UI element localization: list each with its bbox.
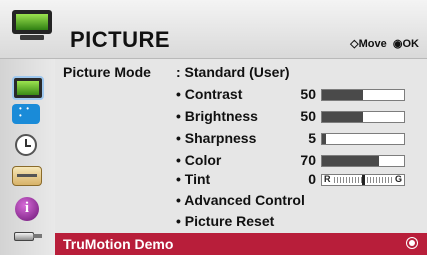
contrast-label: • Contrast (176, 86, 243, 102)
color-slider[interactable] (321, 155, 405, 167)
trumotion-demo-label: TruMotion Demo (63, 236, 174, 252)
brightness-row[interactable]: • Brightness 50 (176, 106, 316, 126)
picture-category-tv-icon[interactable] (12, 76, 44, 100)
advanced-control-row[interactable]: • Advanced Control (176, 190, 376, 210)
tint-label: • Tint (176, 171, 211, 187)
usb-category-icon[interactable] (14, 229, 42, 241)
picture-mode-value: : Standard (User) (176, 64, 290, 80)
picture-reset-label: • Picture Reset (176, 213, 275, 229)
tint-value: 0 (308, 171, 316, 187)
screen-category-icon[interactable] (12, 104, 40, 124)
ok-label: OK (402, 38, 420, 50)
trumotion-demo-row[interactable]: TruMotion Demo (55, 233, 427, 255)
navigation-hint: ◇Move ◉OK (350, 37, 419, 50)
color-label: • Color (176, 152, 222, 168)
tint-row[interactable]: • Tint 0 (176, 169, 316, 189)
picture-menu-osd: PICTURE ◇Move ◉OK Picture Mode : Standar… (0, 0, 427, 255)
picture-reset-row[interactable]: • Picture Reset (176, 211, 376, 231)
page-title: PICTURE (70, 27, 171, 52)
category-sidebar (0, 59, 55, 255)
contrast-value: 50 (300, 86, 316, 102)
ok-button-icon: ◉ (392, 38, 403, 50)
brightness-value: 50 (300, 108, 316, 124)
tv-icon (12, 10, 52, 40)
menu-header: PICTURE ◇Move ◉OK (0, 0, 427, 59)
brightness-label: • Brightness (176, 108, 258, 124)
sharpness-label: • Sharpness (176, 130, 257, 146)
contrast-slider-fill (322, 90, 363, 100)
contrast-slider[interactable] (321, 89, 405, 101)
picture-mode-row[interactable]: Picture Mode : Standard (User) (63, 62, 403, 82)
color-value: 70 (300, 152, 316, 168)
option-category-toolbox-icon[interactable] (12, 166, 42, 186)
picture-mode-label: Picture Mode (63, 64, 151, 80)
info-category-icon[interactable] (15, 197, 39, 221)
ok-select-icon (409, 240, 415, 246)
color-row[interactable]: • Color 70 (176, 150, 316, 170)
color-slider-fill (322, 156, 380, 166)
sharpness-slider-fill (322, 134, 327, 144)
tint-green-label: G (394, 174, 402, 184)
tint-slider[interactable]: R G (321, 174, 405, 186)
tint-slider-thumb[interactable] (362, 175, 365, 185)
sharpness-value: 5 (308, 130, 316, 146)
brightness-slider[interactable] (321, 111, 405, 123)
move-label: Move (358, 38, 387, 50)
brightness-slider-fill (322, 112, 363, 122)
time-category-clock-icon[interactable] (15, 134, 37, 156)
sharpness-slider[interactable] (321, 133, 405, 145)
sharpness-row[interactable]: • Sharpness 5 (176, 128, 316, 148)
tint-red-label: R (324, 174, 331, 184)
contrast-row[interactable]: • Contrast 50 (176, 84, 316, 104)
advanced-control-label: • Advanced Control (176, 192, 305, 208)
move-arrows-icon: ◇ (350, 38, 359, 50)
